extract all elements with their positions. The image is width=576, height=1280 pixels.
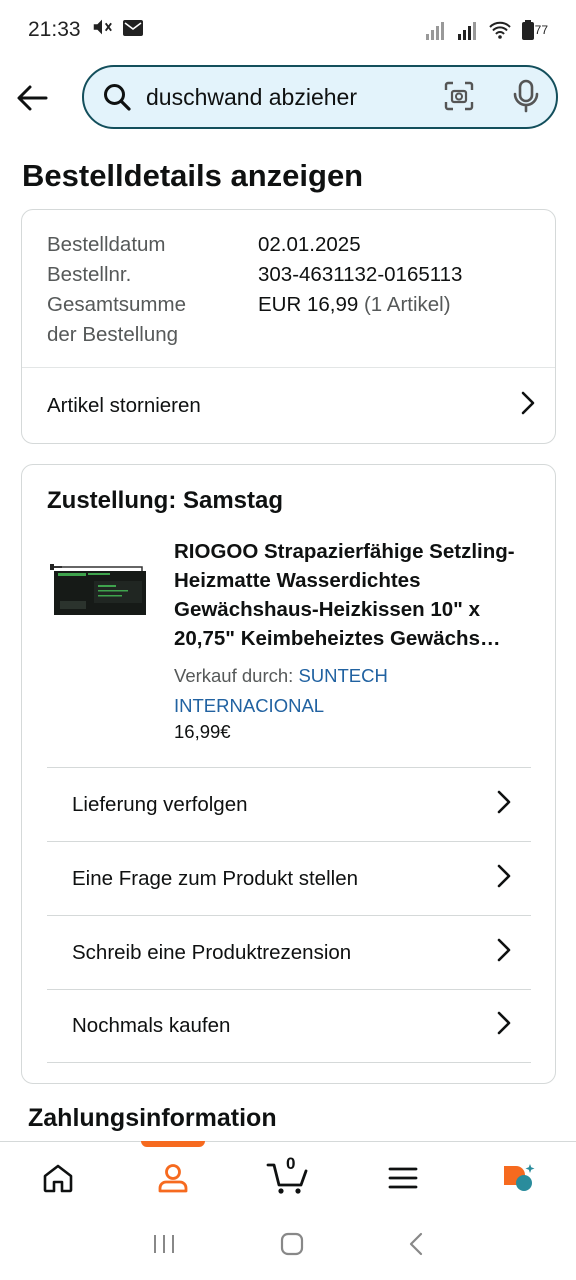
- product-title-link[interactable]: RIOGOO Strapazierfähige Setzling-Heizmat…: [174, 537, 539, 653]
- product-price: 16,99€: [174, 721, 231, 742]
- payment-info-heading: Zahlungsinformation: [28, 1104, 277, 1132]
- order-number-label: Bestellnr.: [47, 263, 132, 286]
- order-total-label-line1: Gesamtsumme: [47, 293, 186, 316]
- chevron-right-icon: [497, 938, 511, 968]
- back-button[interactable]: [0, 66, 64, 130]
- search-icon: [100, 80, 134, 114]
- cart-count-badge: 0: [285, 1153, 296, 1173]
- write-review-button[interactable]: Schreib eine Produktrezension: [47, 915, 531, 989]
- status-bar: 21:33 77: [0, 0, 576, 60]
- person-icon: [158, 1163, 188, 1192]
- order-total-label-line2: der Bestellung: [47, 323, 179, 346]
- track-package-button[interactable]: Lieferung verfolgen: [47, 767, 531, 841]
- delivery-title: Zustellung: Samstag: [47, 487, 284, 514]
- mail-icon: [122, 18, 143, 42]
- back-system-button[interactable]: [408, 1232, 424, 1261]
- signal-icon-2: [456, 20, 478, 40]
- order-total-amount: EUR 16,99: [258, 293, 359, 316]
- arrow-left-icon: [17, 85, 48, 111]
- cancel-items-label: Artikel stornieren: [47, 394, 201, 417]
- hamburger-menu-icon: [388, 1167, 418, 1188]
- action-label: Eine Frage zum Produkt stellen: [72, 866, 358, 890]
- nav-account[interactable]: [133, 1140, 213, 1214]
- order-total-items: (1 Artikel): [363, 293, 451, 316]
- search-bar[interactable]: [82, 65, 558, 129]
- nav-rufus-assistant[interactable]: [478, 1142, 558, 1214]
- nav-home[interactable]: [18, 1142, 98, 1214]
- seller-info: Verkauf durch: SUNTECH INTERNACIONAL: [174, 661, 534, 721]
- recent-apps-button[interactable]: [152, 1233, 176, 1260]
- order-summary-card: Bestelldatum 02.01.2025 Bestellnr. 303-4…: [21, 209, 556, 444]
- battery-level: 77: [534, 23, 548, 37]
- mute-icon: [91, 16, 113, 44]
- nav-cart[interactable]: 0: [248, 1142, 328, 1214]
- delivery-card: Zustellung: Samstag RIOGOO Strapazierfäh…: [21, 464, 556, 1084]
- cancel-items-link[interactable]: Artikel stornieren: [22, 368, 555, 444]
- chevron-right-icon: [521, 391, 535, 421]
- status-time: 21:33: [28, 18, 81, 41]
- buy-again-button[interactable]: Nochmals kaufen: [47, 989, 531, 1063]
- order-total-value: EUR 16,99 (1 Artikel): [258, 290, 451, 350]
- microphone-icon[interactable]: [512, 79, 540, 118]
- wifi-icon: [488, 20, 512, 40]
- order-date-label: Bestelldatum: [47, 233, 166, 256]
- action-label: Lieferung verfolgen: [72, 792, 248, 816]
- rufus-assistant-icon: [504, 1163, 535, 1191]
- system-navigation-bar: [0, 1213, 576, 1280]
- chevron-right-icon: [497, 790, 511, 820]
- action-label: Schreib eine Produktrezension: [72, 940, 352, 964]
- order-info: Bestelldatum 02.01.2025 Bestellnr. 303-4…: [47, 230, 547, 350]
- search-input[interactable]: [146, 77, 436, 117]
- chevron-left-icon: [409, 1232, 423, 1256]
- camera-scan-icon[interactable]: [444, 81, 474, 116]
- chevron-right-icon: [497, 1011, 511, 1041]
- home-square-icon: [280, 1232, 304, 1256]
- battery-icon: 77: [521, 20, 548, 40]
- order-date-value: 02.01.2025: [258, 233, 361, 256]
- order-total-label: Gesamtsumme der Bestellung: [47, 290, 258, 350]
- product-image[interactable]: [50, 555, 150, 619]
- seller-prefix: Verkauf durch:: [174, 665, 294, 686]
- home-system-button[interactable]: [280, 1232, 304, 1261]
- order-actions-list: Lieferung verfolgen Eine Frage zum Produ…: [47, 767, 531, 1063]
- order-details-page: 21:33 77 duschwand abzieher Bestelldetai…: [0, 0, 576, 1280]
- nav-menu[interactable]: [363, 1142, 443, 1214]
- order-number-value: 303-4631132-0165113: [258, 263, 463, 286]
- page-title: Bestelldetails anzeigen: [22, 158, 364, 193]
- home-icon: [43, 1164, 72, 1192]
- ask-product-question-button[interactable]: Eine Frage zum Produkt stellen: [47, 841, 531, 915]
- bottom-navigation: 0: [0, 1140, 576, 1214]
- recent-apps-icon: [154, 1235, 174, 1253]
- search-header: [0, 60, 576, 136]
- chevron-right-icon: [497, 864, 511, 894]
- signal-icon: [424, 20, 446, 40]
- action-label: Nochmals kaufen: [72, 1014, 231, 1037]
